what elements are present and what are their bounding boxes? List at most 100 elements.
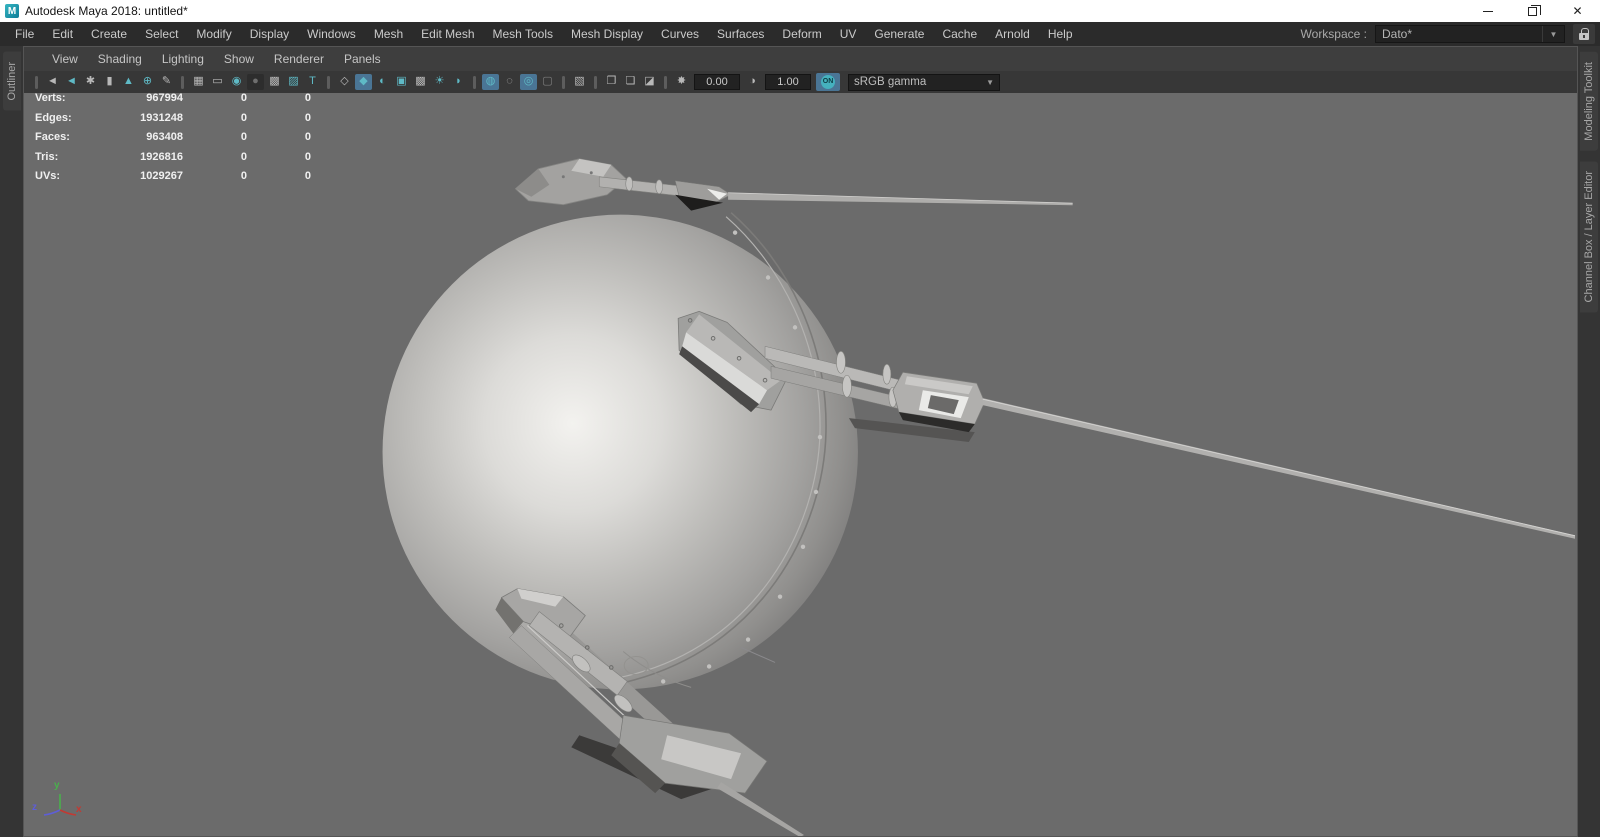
image-plane-icon[interactable]: ▲ [120, 74, 137, 90]
exposure-icon[interactable]: ✸ [673, 74, 690, 90]
grid-icon[interactable]: ▦ [190, 74, 207, 90]
xray-icon[interactable]: ❐ [603, 74, 620, 90]
bookmark-icon[interactable]: ▮ [101, 74, 118, 90]
restore-button[interactable] [1510, 0, 1555, 22]
hud-row: Edges: 1931248 0 0 [35, 109, 311, 129]
contrast-icon[interactable]: ◑ [744, 74, 761, 90]
safe-title-icon[interactable]: T [304, 74, 321, 90]
lighting-icon[interactable]: ☀ [431, 74, 448, 90]
shaded-icon[interactable]: ◆ [355, 74, 372, 90]
menu-generate[interactable]: Generate [865, 22, 933, 46]
menu-file[interactable]: File [6, 22, 43, 46]
lock-icon [1579, 28, 1589, 40]
hud-row: Faces: 963408 0 0 [35, 128, 311, 148]
menu-mesh[interactable]: Mesh [365, 22, 412, 46]
field-chart-icon[interactable]: ▩ [266, 74, 283, 90]
minimize-icon [1482, 10, 1493, 12]
hud-row: Verts: 967994 0 0 [35, 93, 311, 109]
film-gate-icon[interactable]: ▭ [209, 74, 226, 90]
right-tab-strip: Modeling Toolkit Channel Box / Layer Edit… [1578, 46, 1600, 837]
xray-joints-icon[interactable]: ❏ [622, 74, 639, 90]
menu-create[interactable]: Create [82, 22, 136, 46]
tab-channel-box-layer-editor[interactable]: Channel Box / Layer Editor [1580, 160, 1598, 313]
menu-edit-mesh[interactable]: Edit Mesh [412, 22, 483, 46]
viewport-panel: View Shading Lighting Show Renderer Panels ◄ ◄… [23, 46, 1578, 837]
hud-col3: 0 [304, 111, 311, 124]
minimize-button[interactable] [1465, 0, 1510, 22]
axis-gizmo: y z x [32, 780, 92, 824]
xray-active-icon[interactable]: ◪ [641, 74, 658, 90]
select-camera-icon[interactable]: ◄ [44, 74, 61, 90]
main-menubar: File Edit Create Select Modify Display Windows… [0, 22, 1600, 46]
color-management-toggle[interactable]: ON [816, 73, 840, 91]
contrast-field[interactable]: 1.00 [765, 74, 811, 90]
menu-uv[interactable]: UV [831, 22, 866, 46]
exposure-field[interactable]: 0.00 [694, 74, 740, 90]
axis-x-label: x [76, 804, 82, 815]
gamma-dropdown[interactable]: sRGB gamma ▼ [848, 73, 1000, 91]
use-default-material-icon[interactable]: ▩ [412, 74, 429, 90]
window-title: Autodesk Maya 2018: untitled* [25, 4, 188, 18]
menu-select[interactable]: Select [136, 22, 187, 46]
close-button[interactable]: ✕ [1555, 0, 1600, 22]
hud-label: UVs: [35, 170, 61, 183]
wireframe-on-shaded-icon[interactable]: ◐ [374, 74, 391, 90]
hud-total: 1029267 [140, 170, 183, 183]
hud-col2: 0 [240, 93, 247, 104]
motion-blur-icon[interactable]: ◌ [501, 74, 518, 90]
gate-mask-icon[interactable]: ● [247, 74, 264, 90]
menu-help[interactable]: Help [1039, 22, 1082, 46]
menu-edit[interactable]: Edit [43, 22, 82, 46]
menu-display[interactable]: Display [241, 22, 298, 46]
panel-menu-panels[interactable]: Panels [334, 47, 391, 71]
menu-modify[interactable]: Modify [187, 22, 240, 46]
panel-menu-show[interactable]: Show [214, 47, 264, 71]
toolbar-separator [327, 75, 330, 89]
workspace-label: Workspace : [1300, 27, 1367, 41]
toolbar-separator [473, 75, 476, 89]
workspace-dropdown[interactable]: Dato* ▼ [1375, 25, 1565, 43]
panel-menu-view[interactable]: View [42, 47, 88, 71]
menu-surfaces[interactable]: Surfaces [708, 22, 773, 46]
shadows-icon[interactable]: ◗ [450, 74, 467, 90]
hud-col3: 0 [304, 170, 311, 183]
menu-windows[interactable]: Windows [298, 22, 365, 46]
menu-arnold[interactable]: Arnold [986, 22, 1039, 46]
panel-menu-lighting[interactable]: Lighting [152, 47, 214, 71]
menu-mesh-display[interactable]: Mesh Display [562, 22, 652, 46]
resolution-gate-icon[interactable]: ◉ [228, 74, 245, 90]
hud-total: 967994 [146, 93, 183, 104]
depth-of-field-icon[interactable]: ▢ [539, 74, 556, 90]
hud-col2: 0 [240, 111, 247, 124]
toolbar-separator [181, 75, 184, 89]
hud-label: Verts: [35, 93, 66, 104]
panel-menu-renderer[interactable]: Renderer [264, 47, 334, 71]
hud-total: 1926816 [140, 150, 183, 163]
menu-cache[interactable]: Cache [933, 22, 986, 46]
antialias-icon[interactable]: ◎ [520, 74, 537, 90]
menu-curves[interactable]: Curves [652, 22, 708, 46]
axis-z-label: z [32, 802, 37, 813]
occlusion-icon[interactable]: ◍ [482, 74, 499, 90]
panel-menu-shading[interactable]: Shading [88, 47, 152, 71]
wireframe-icon[interactable]: ◇ [336, 74, 353, 90]
grease-pencil-icon[interactable]: ✎ [158, 74, 175, 90]
tab-outliner[interactable]: Outliner [2, 52, 21, 111]
lock-camera-icon[interactable]: ◄ [63, 74, 80, 90]
isolate-select-icon[interactable]: ▧ [571, 74, 588, 90]
camera-attributes-icon[interactable]: ✱ [82, 74, 99, 90]
viewport-canvas[interactable]: Verts: 967994 0 0 Edges: 1931248 0 0 Faces: 96340… [24, 93, 1577, 836]
safe-action-icon[interactable]: ▨ [285, 74, 302, 90]
antenna-top [514, 158, 1073, 211]
tab-modeling-toolkit[interactable]: Modeling Toolkit [1580, 52, 1598, 151]
pan-zoom-icon[interactable]: ⊕ [139, 74, 156, 90]
title-bar: M Autodesk Maya 2018: untitled* ✕ [0, 0, 1600, 22]
toolbar-separator [594, 75, 597, 89]
menu-deform[interactable]: Deform [773, 22, 830, 46]
workspace-lock-button[interactable] [1573, 24, 1595, 44]
left-tab-strip: Outliner [0, 46, 23, 837]
toolbar-separator [562, 75, 565, 89]
hud-label: Faces: [35, 131, 70, 144]
menu-mesh-tools[interactable]: Mesh Tools [484, 22, 562, 46]
textured-icon[interactable]: ▣ [393, 74, 410, 90]
